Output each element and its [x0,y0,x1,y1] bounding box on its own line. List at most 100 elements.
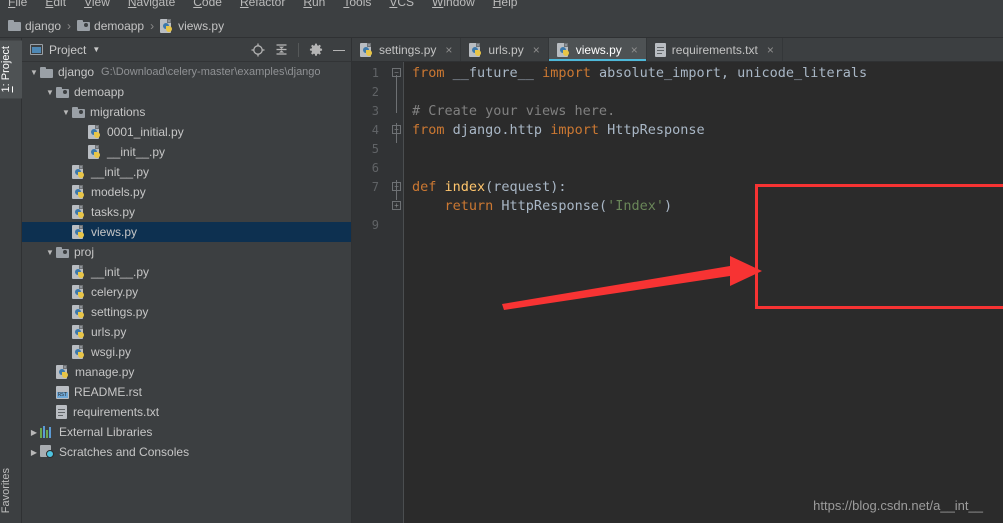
scratches-icon [40,445,54,459]
close-icon[interactable]: × [767,43,774,57]
project-tree[interactable]: ▼ django G:\Download\celery-master\example… [22,62,351,523]
tree-item-wsgi-py[interactable]: wsgi.py [22,342,351,362]
fold-marker-icon[interactable]: + [392,201,401,210]
code-token: from [412,122,445,138]
tree-item-migrations[interactable]: ▼ migrations [22,102,351,122]
line-number-5: 5 [371,142,379,156]
code-token: HttpResponse( [493,198,608,214]
tree-item-tasks-py[interactable]: tasks.py [22,202,351,222]
line-number-7: 7 [371,180,379,194]
tree-item-label: demoapp [74,85,125,99]
menu-item-refactor[interactable]: Refactor [240,0,285,8]
code-token: import [542,65,591,81]
editor-tab-requirements-txt[interactable]: requirements.txt × [647,38,783,61]
tree-item-celery-py[interactable]: celery.py [22,282,351,302]
tree-item-proj[interactable]: ▼ proj [22,242,351,262]
editor-tab-urls-py[interactable]: urls.py × [461,38,549,61]
python-file-icon [72,305,86,319]
code-token: from [412,65,445,81]
menu-item-view[interactable]: View [84,0,110,8]
txt-file-icon [56,405,68,419]
code-area[interactable]: 12345679−+−+ from __future__ import abso… [352,62,1003,523]
tree-item-models-py[interactable]: models.py [22,182,351,202]
menu-item-run[interactable]: Run [303,0,325,8]
tree-item-__init__-py[interactable]: __init__.py [22,262,351,282]
menu-item-window[interactable]: Window [432,0,475,8]
breadcrumb-item-views-py[interactable]: views.py [160,18,224,33]
tree-item-0001_initial-py[interactable]: 0001_initial.py [22,122,351,142]
tree-item-__init__-py[interactable]: __init__.py [22,142,351,162]
tree-item-manage-py[interactable]: manage.py [22,362,351,382]
menu-item-vcs[interactable]: VCS [389,0,414,8]
minimize-icon[interactable] [333,44,345,56]
editor-gutter[interactable]: 12345679−+−+ [352,62,404,523]
breadcrumb-item-django[interactable]: django [8,19,61,33]
menu-item-tools[interactable]: Tools [343,0,371,8]
close-icon[interactable]: × [445,43,452,57]
chevron-down-icon[interactable]: ▼ [60,108,72,117]
tree-item-label: __init__.py [91,165,150,179]
chevron-down-icon[interactable]: ▼ [44,88,56,97]
toolbar-divider [298,42,299,57]
code-token: index [444,179,486,195]
code-line-7: def index(request): [412,178,867,197]
tree-item-views-py[interactable]: views.py [22,222,351,242]
python-file-icon [72,205,86,219]
tree-item-scratches-and-consoles[interactable]: ▶ Scratches and Consoles [22,442,351,462]
tree-item-label: celery.py [91,285,139,299]
chevron-down-icon[interactable]: ▼ [28,68,40,77]
folder-source-icon [56,86,69,98]
editor-tab-settings-py[interactable]: settings.py × [352,38,462,61]
tree-item-label: settings.py [91,305,149,319]
chevron-down-icon[interactable]: ▼ [92,45,100,54]
python-file-icon [72,325,86,339]
menu-item-code[interactable]: Code [193,0,222,8]
code-token: (request): [485,179,567,195]
python-file-icon [72,285,86,299]
tree-item-requirements-txt[interactable]: requirements.txt [22,402,351,422]
tree-item-demoapp[interactable]: ▼ demoapp [22,82,351,102]
tool-button-project[interactable]: 1: Project [0,40,22,99]
code-token: 'Index' [607,198,664,214]
close-icon[interactable]: × [533,43,540,57]
watermark-text: https://blog.csdn.net/a__int__ [813,498,983,513]
tree-item-label: models.py [91,185,146,199]
menu-item-edit[interactable]: Edit [45,0,66,8]
collapse-all-icon[interactable] [275,43,288,56]
close-icon[interactable]: × [631,43,638,57]
menu-item-help[interactable]: Help [493,0,518,8]
pycharm-window: File Edit View Navigate Code Refactor Run Tools… [0,0,1003,523]
tree-item-readme-rst[interactable]: RST README.rst [22,382,351,402]
rst-file-icon: RST [56,385,69,399]
select-opened-file-icon[interactable] [251,43,265,57]
menu-item-navigate[interactable]: Navigate [128,0,175,8]
chevron-down-icon[interactable]: ▼ [44,248,56,257]
chevron-right-icon[interactable]: ▶ [28,428,40,437]
code-token: return [444,198,494,214]
folder-source-icon [72,106,85,118]
tool-button-favorites[interactable]: Favorites [0,462,22,519]
tree-item-settings-py[interactable]: settings.py [22,302,351,322]
folder-source-icon [56,246,69,258]
gear-icon[interactable] [309,43,323,57]
tree-item-external-libraries[interactable]: ▶ External Libraries [22,422,351,442]
code-token: HttpResponse [598,122,705,138]
tree-item-label: migrations [90,105,146,119]
code-text[interactable]: from __future__ import absolute_import, … [412,64,867,235]
chevron-right-icon[interactable]: ▶ [28,448,40,457]
breadcrumb-separator: › [150,18,155,33]
editor-tab-label: urls.py [488,42,524,57]
editor-area: settings.py × urls.py × views.py × requirement… [352,38,1003,523]
tree-item-__init__-py[interactable]: __init__.py [22,162,351,182]
editor-tab-views-py[interactable]: views.py × [548,38,647,61]
tree-item-label: manage.py [75,365,135,379]
code-line-3: # Create your views here. [412,102,867,121]
tree-item-django[interactable]: ▼ django G:\Download\celery-master\example… [22,62,351,82]
breadcrumb-item-demoapp[interactable]: demoapp [77,19,144,33]
tree-item-urls-py[interactable]: urls.py [22,322,351,342]
menu-item-file[interactable]: File [8,0,27,8]
menu-items: File Edit View Navigate Code Refactor Run Tools… [0,0,1003,12]
